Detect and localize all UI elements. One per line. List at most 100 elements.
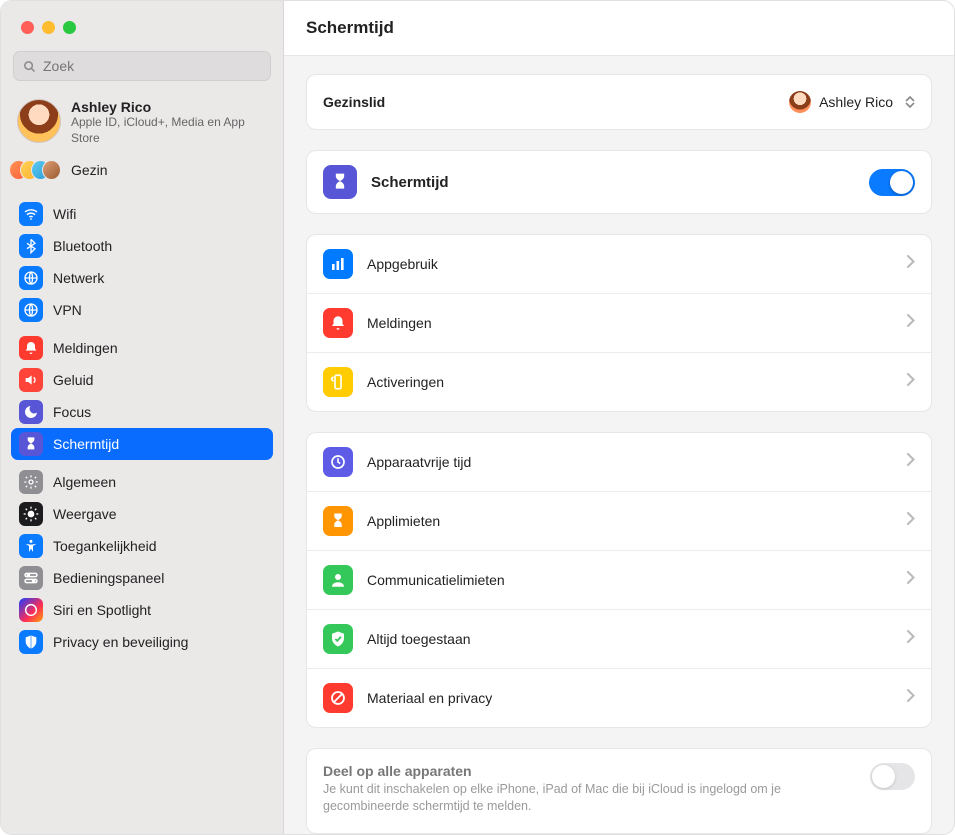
sidebar: Ashley Rico Apple ID, iCloud+, Media en …: [1, 1, 284, 834]
account-name: Ashley Rico: [71, 99, 267, 115]
share-toggle: [870, 763, 915, 790]
screentime-toggle-card: Schermtijd: [306, 150, 932, 214]
notifications-icon: [323, 308, 353, 338]
window-controls: [21, 21, 76, 34]
share-row: Deel op alle apparaten Je kunt dit insch…: [307, 749, 931, 833]
main-panel: Schermtijd Gezinslid Ashley Rico: [284, 1, 954, 834]
sidebar-item-display[interactable]: Weergave: [11, 498, 273, 530]
minimize-icon[interactable]: [42, 21, 55, 34]
general-icon: [19, 470, 43, 494]
chevron-right-icon: [907, 630, 915, 648]
sidebar-item-label: Bluetooth: [53, 238, 112, 254]
header: Schermtijd: [284, 1, 954, 56]
content-icon: [323, 683, 353, 713]
sidebar-item-sound[interactable]: Geluid: [11, 364, 273, 396]
family-member-row[interactable]: Gezinslid Ashley Rico: [307, 75, 931, 129]
commlimits-icon: [323, 565, 353, 595]
hourglass-icon: [323, 165, 357, 199]
sidebar-item-family[interactable]: Gezin: [11, 156, 273, 192]
nav-row-notifications[interactable]: Meldingen: [307, 293, 931, 352]
sidebar-item-vpn[interactable]: VPN: [11, 294, 273, 326]
sidebar-item-label: Algemeen: [53, 474, 116, 490]
family-member-select[interactable]: Ashley Rico: [789, 91, 915, 113]
page-title: Schermtijd: [306, 18, 394, 38]
downtime-icon: [323, 447, 353, 477]
sidebar-item-controlcenter[interactable]: Bedieningspaneel: [11, 562, 273, 594]
family-label: Gezin: [71, 162, 108, 178]
privacy-icon: [19, 630, 43, 654]
sidebar-item-label: Bedieningspaneel: [53, 570, 164, 586]
sidebar-item-privacy[interactable]: Privacy en beveiliging: [11, 626, 273, 658]
chevron-right-icon: [907, 453, 915, 471]
chevron-right-icon: [907, 373, 915, 391]
nav-row-allowed[interactable]: Altijd toegestaan: [307, 609, 931, 668]
avatar-icon: [789, 91, 811, 113]
pickups-icon: [323, 367, 353, 397]
sidebar-item-focus[interactable]: Focus: [11, 396, 273, 428]
share-card: Deel op alle apparaten Je kunt dit insch…: [306, 748, 932, 834]
nav-row-pickups[interactable]: Activeringen: [307, 352, 931, 411]
sidebar-item-notifications[interactable]: Meldingen: [11, 332, 273, 364]
display-icon: [19, 502, 43, 526]
screentime-icon: [19, 432, 43, 456]
sidebar-item-wifi[interactable]: Wifi: [11, 198, 273, 230]
nav-row-label: Materiaal en privacy: [367, 690, 492, 706]
chevron-right-icon: [907, 314, 915, 332]
nav-row-label: Apparaatvrije tijd: [367, 454, 471, 470]
nav-row-label: Communicatielimieten: [367, 572, 505, 588]
family-member-label: Gezinslid: [323, 94, 385, 110]
nav-row-content[interactable]: Materiaal en privacy: [307, 668, 931, 727]
sidebar-item-network[interactable]: Netwerk: [11, 262, 273, 294]
limits-section: Apparaatvrije tijd Applimieten Communicati…: [306, 432, 932, 728]
share-title: Deel op alle apparaten: [323, 763, 838, 779]
settings-window: Ashley Rico Apple ID, iCloud+, Media en …: [0, 0, 955, 835]
sidebar-item-label: Weergave: [53, 506, 117, 522]
share-desc: Je kunt dit inschakelen op elke iPhone, …: [323, 781, 838, 815]
nav-row-commlimits[interactable]: Communicatielimieten: [307, 550, 931, 609]
sidebar-item-general[interactable]: Algemeen: [11, 466, 273, 498]
family-member-selected: Ashley Rico: [819, 94, 893, 110]
nav-row-label: Altijd toegestaan: [367, 631, 471, 647]
sidebar-item-label: VPN: [53, 302, 82, 318]
wifi-icon: [19, 202, 43, 226]
chevron-right-icon: [907, 571, 915, 589]
sidebar-item-label: Siri en Spotlight: [53, 602, 151, 618]
sidebar-item-label: Privacy en beveiliging: [53, 634, 188, 650]
nav-row-applimits[interactable]: Applimieten: [307, 491, 931, 550]
account-subtitle: Apple ID, iCloud+, Media en App Store: [71, 115, 267, 146]
bluetooth-icon: [19, 234, 43, 258]
fullscreen-icon[interactable]: [63, 21, 76, 34]
sidebar-item-label: Geluid: [53, 372, 93, 388]
chevron-right-icon: [907, 512, 915, 530]
notifications-icon: [19, 336, 43, 360]
close-icon[interactable]: [21, 21, 34, 34]
updown-chevron-icon: [905, 96, 915, 108]
chevron-right-icon: [907, 689, 915, 707]
search-icon: [22, 59, 37, 74]
sidebar-item-label: Toegankelijkheid: [53, 538, 157, 554]
nav-row-label: Applimieten: [367, 513, 440, 529]
accessibility-icon: [19, 534, 43, 558]
chevron-right-icon: [907, 255, 915, 273]
focus-icon: [19, 400, 43, 424]
sidebar-item-label: Focus: [53, 404, 91, 420]
sidebar-item-screentime[interactable]: Schermtijd: [11, 428, 273, 460]
sidebar-item-label: Netwerk: [53, 270, 104, 286]
sidebar-item-accessibility[interactable]: Toegankelijkheid: [11, 530, 273, 562]
appusage-icon: [323, 249, 353, 279]
nav-row-label: Appgebruik: [367, 256, 438, 272]
search-input[interactable]: [43, 58, 262, 74]
sidebar-item-siri[interactable]: Siri en Spotlight: [11, 594, 273, 626]
screentime-toggle-row: Schermtijd: [307, 151, 931, 213]
search-field[interactable]: [13, 51, 271, 81]
nav-row-appusage[interactable]: Appgebruik: [307, 235, 931, 293]
usage-section: Appgebruik Meldingen Activeringen: [306, 234, 932, 412]
screentime-toggle[interactable]: [869, 169, 915, 196]
sidebar-item-bluetooth[interactable]: Bluetooth: [11, 230, 273, 262]
nav-row-label: Meldingen: [367, 315, 432, 331]
apple-id-row[interactable]: Ashley Rico Apple ID, iCloud+, Media en …: [11, 95, 273, 156]
applimits-icon: [323, 506, 353, 536]
sidebar-item-label: Schermtijd: [53, 436, 119, 452]
nav-row-downtime[interactable]: Apparaatvrije tijd: [307, 433, 931, 491]
network-icon: [19, 266, 43, 290]
